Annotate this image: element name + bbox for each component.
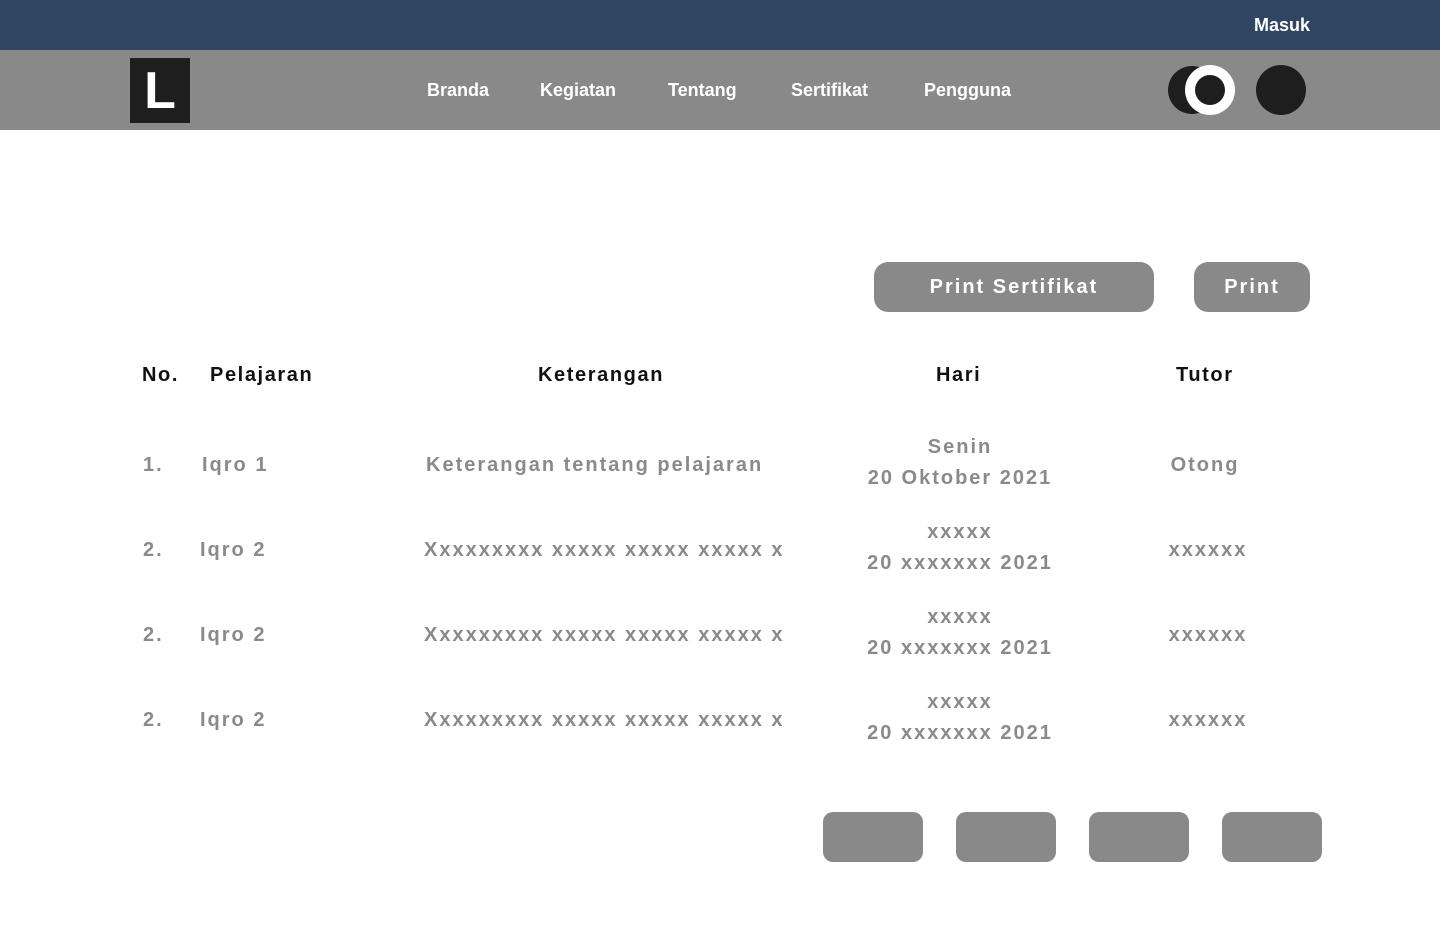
row-description: Xxxxxxxxx xxxxx xxxxx xxxxx x — [424, 624, 785, 646]
row-tutor: Otong — [1170, 454, 1240, 476]
row-day: xxxxx — [927, 521, 993, 543]
nav-item-pengguna[interactable]: Pengguna — [924, 80, 1011, 101]
row-description: Xxxxxxxxx xxxxx xxxxx xxxxx x — [424, 539, 785, 561]
row-day: xxxxx — [927, 691, 993, 713]
pagination-button-1[interactable] — [823, 812, 923, 862]
print-certificate-button[interactable]: Print Sertifikat — [874, 262, 1154, 312]
logo[interactable]: L — [130, 58, 190, 123]
row-day-cell: xxxxx 20 xxxxxxx 2021 — [840, 517, 1080, 579]
header-lesson: Pelajaran — [210, 364, 314, 386]
nav-item-tentang[interactable]: Tentang — [668, 80, 737, 101]
row-day-cell: Senin 20 Oktober 2021 — [840, 432, 1080, 494]
row-day-cell: xxxxx 20 xxxxxxx 2021 — [840, 602, 1080, 664]
row-description: Keterangan tentang pelajaran — [426, 454, 764, 476]
pagination-button-3[interactable] — [1089, 812, 1189, 862]
pagination-button-4[interactable] — [1222, 812, 1322, 862]
row-tutor: xxxxxx — [1168, 539, 1248, 561]
row-lesson: Iqro 2 — [200, 624, 267, 646]
row-date: 20 Oktober 2021 — [867, 467, 1053, 489]
header-description: Keterangan — [538, 364, 665, 386]
nav-item-sertifikat[interactable]: Sertifikat — [791, 80, 868, 101]
row-no: 1. — [143, 454, 164, 476]
header-no: No. — [142, 364, 180, 386]
top-bar: Masuk — [0, 0, 1440, 50]
avatar-icon[interactable] — [1256, 65, 1306, 115]
nav-bar: L Branda Kegiatan Tentang Sertifikat Pen… — [0, 50, 1440, 130]
pagination-button-2[interactable] — [956, 812, 1056, 862]
header-day: Hari — [936, 364, 982, 386]
login-link[interactable]: Masuk — [1254, 15, 1310, 36]
nav-item-branda[interactable]: Branda — [427, 80, 489, 101]
row-date: 20 xxxxxxx 2021 — [867, 637, 1053, 659]
row-date: 20 xxxxxxx 2021 — [867, 722, 1053, 744]
row-lesson: Iqro 1 — [202, 454, 269, 476]
header-tutor: Tutor — [1176, 364, 1234, 386]
row-tutor: xxxxxx — [1168, 624, 1248, 646]
row-day: xxxxx — [927, 606, 993, 628]
row-date: 20 xxxxxxx 2021 — [867, 552, 1053, 574]
row-lesson: Iqro 2 — [200, 709, 267, 731]
row-lesson: Iqro 2 — [200, 539, 267, 561]
row-day: Senin — [927, 436, 993, 458]
print-button[interactable]: Print — [1194, 262, 1310, 312]
row-no: 2. — [143, 624, 164, 646]
toggle-icon[interactable] — [1168, 64, 1236, 116]
row-day-cell: xxxxx 20 xxxxxxx 2021 — [840, 687, 1080, 749]
row-description: Xxxxxxxxx xxxxx xxxxx xxxxx x — [424, 709, 785, 731]
row-tutor: xxxxxx — [1168, 709, 1248, 731]
nav-item-kegiatan[interactable]: Kegiatan — [540, 80, 616, 101]
row-no: 2. — [143, 539, 164, 561]
row-no: 2. — [143, 709, 164, 731]
